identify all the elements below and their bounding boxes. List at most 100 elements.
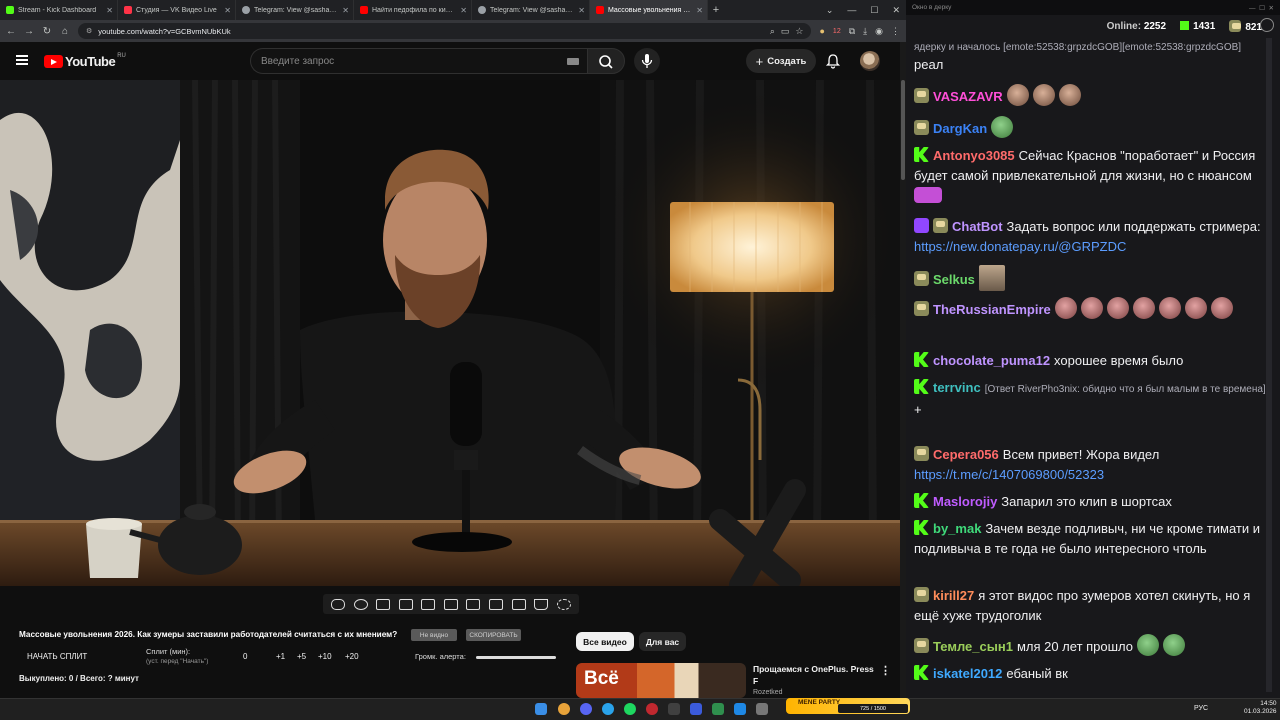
monkey-emote-icon: [1158, 297, 1181, 319]
subscriber-icon: [1229, 19, 1242, 32]
pepe-emote-icon: [1136, 634, 1159, 656]
close-tab-icon[interactable]: ✕: [342, 6, 349, 15]
voice-search-button[interactable]: [634, 48, 660, 74]
chat-settings-icon[interactable]: [1260, 18, 1274, 32]
maximize-icon[interactable]: ☐: [870, 5, 878, 16]
chip-for-you[interactable]: Для вас: [639, 632, 686, 651]
chat-message: chocolate_puma12 хорошее время было: [914, 351, 1272, 371]
extensions-puzzle-icon[interactable]: ⧉: [849, 26, 855, 37]
tab-search-icon[interactable]: ⌄: [826, 5, 834, 16]
kick-badge-icon: [914, 665, 929, 680]
app-icon[interactable]: [690, 703, 702, 715]
spotify-icon[interactable]: [624, 703, 636, 715]
search-input[interactable]: Введите запрос: [250, 48, 590, 74]
keyboard-icon[interactable]: [567, 58, 579, 65]
create-button[interactable]: + Создать: [746, 49, 816, 73]
new-tab-button[interactable]: +: [708, 4, 724, 16]
add-1-button[interactable]: +1: [276, 652, 285, 661]
extension-orb-icon[interactable]: ●: [819, 26, 824, 36]
chat-scrollbar[interactable]: [1266, 38, 1272, 692]
hdr-icon[interactable]: [466, 598, 481, 610]
recommendation-channel[interactable]: Rozetked: [753, 689, 783, 696]
app-icon[interactable]: [712, 703, 724, 715]
windows-start-icon[interactable]: [535, 703, 547, 715]
notifications-bell-icon[interactable]: [824, 52, 842, 70]
speed-icon[interactable]: [443, 598, 458, 610]
app-icon[interactable]: [668, 703, 680, 715]
system-clock[interactable]: 14:50 01.03.2026: [1244, 700, 1277, 716]
kick-favicon-icon: [6, 6, 14, 14]
tab-vk-studio[interactable]: Студия — VK Видео Live ✕: [118, 0, 236, 20]
alert-volume-slider[interactable]: [476, 656, 556, 659]
home-icon[interactable]: ⌂: [60, 26, 70, 37]
chat-message: Maslorojiy Запарил это клип в шортсах: [914, 492, 1272, 512]
chat-message: Antonyo3085 Сейчас Краснов "поработает" и…: [914, 146, 1272, 206]
chat-message: ChatBot Задать вопрос или поддержать стри…: [914, 218, 1261, 254]
tab-kick-dashboard[interactable]: Stream - Kick Dashboard ✕: [0, 0, 118, 20]
tab-telegram-2[interactable]: Telegram: View @sashakon ✕: [472, 0, 590, 20]
watch-later-icon[interactable]: [376, 598, 391, 610]
hide-button[interactable]: Не видно: [411, 629, 457, 641]
cast-icon[interactable]: ▭: [781, 26, 790, 37]
app-icon[interactable]: [734, 703, 746, 715]
zoom-icon[interactable]: ⌕: [770, 26, 775, 37]
more-options-icon[interactable]: ⋮: [880, 664, 891, 677]
youtube-logo[interactable]: YouTube RU: [44, 53, 126, 69]
url-field[interactable]: ⚙ youtube.com/watch?v=GCBvmNUbKUk ⌕ ▭ ☆: [78, 23, 812, 39]
chip-all-videos[interactable]: Все видео: [576, 632, 634, 651]
site-info-icon[interactable]: ⚙: [86, 27, 92, 35]
broadcast-icon[interactable]: [353, 598, 368, 610]
settings-gear-icon[interactable]: [556, 598, 571, 610]
video-frame-image: [0, 80, 900, 586]
video-player[interactable]: [0, 80, 900, 586]
page-scrollbar-thumb[interactable]: [901, 80, 905, 180]
account-avatar[interactable]: [860, 51, 880, 71]
recommendation-thumbnail[interactable]: Всё: [576, 663, 746, 698]
copy-button[interactable]: СКОПИРОВАТЬ: [466, 629, 521, 641]
pepe-emote-icon: [991, 116, 1014, 138]
close-tab-icon[interactable]: ✕: [106, 6, 113, 15]
app-icon[interactable]: [756, 703, 768, 715]
youtube-favicon-icon: [596, 6, 604, 14]
lab-flask-icon[interactable]: [534, 598, 549, 610]
recommendation-title[interactable]: Прощаемся с OnePlus. Press F: [753, 663, 878, 687]
add-5-button[interactable]: +5: [297, 652, 306, 661]
search-button[interactable]: [587, 48, 625, 74]
close-window-icon[interactable]: ✕: [892, 5, 900, 16]
screenshot-camera-icon[interactable]: [511, 598, 526, 610]
language-indicator[interactable]: РУС: [1194, 705, 1208, 712]
start-split-button[interactable]: НАЧАТЬ СПЛИТ: [27, 652, 87, 661]
browser-menu-icon[interactable]: ⋮: [891, 26, 900, 37]
download-icon[interactable]: ⤓: [863, 26, 867, 37]
close-tab-icon[interactable]: ✕: [224, 6, 231, 15]
alert-volume-label: Громк. алерта:: [415, 652, 466, 661]
caption-add-icon[interactable]: [488, 598, 503, 610]
close-tab-icon[interactable]: ✕: [696, 6, 703, 15]
chat-message: VASAZAVR: [914, 84, 1272, 107]
forward-icon[interactable]: →: [24, 26, 34, 37]
tab-youtube-active[interactable]: Массовые увольнения 2026 ✕: [590, 0, 708, 20]
add-20-button[interactable]: +20: [345, 652, 359, 661]
chrome-icon[interactable]: [558, 703, 570, 715]
monkey-emote-icon: [1132, 297, 1155, 319]
hamburger-menu-icon[interactable]: [16, 55, 28, 65]
add-10-button[interactable]: +10: [318, 652, 332, 661]
chat-window-controls[interactable]: — ☐ ✕: [1249, 4, 1274, 12]
profile-icon[interactable]: ◉: [875, 26, 883, 37]
tab-telegram-1[interactable]: Telegram: View @sashakon ✕: [236, 0, 354, 20]
picture-in-picture-icon[interactable]: [421, 598, 436, 610]
extension-badge-icon[interactable]: 12: [833, 28, 841, 35]
bookmark-star-icon[interactable]: ☆: [795, 26, 803, 37]
back-icon[interactable]: ←: [6, 26, 16, 37]
close-tab-icon[interactable]: ✕: [460, 6, 467, 15]
discord-icon[interactable]: [580, 703, 592, 715]
app-icon[interactable]: [646, 703, 658, 715]
minimize-icon[interactable]: —: [847, 5, 856, 15]
telegram-icon[interactable]: [602, 703, 614, 715]
close-tab-icon[interactable]: ✕: [578, 6, 585, 15]
reload-icon[interactable]: ↻: [42, 26, 52, 37]
loop-icon[interactable]: [331, 598, 346, 610]
film-strip-icon[interactable]: [398, 598, 413, 610]
tab-youtube-search[interactable]: Найти педофила по кирпичу ✕: [354, 0, 472, 20]
mene-party-counter: 725 / 1500: [838, 704, 908, 713]
